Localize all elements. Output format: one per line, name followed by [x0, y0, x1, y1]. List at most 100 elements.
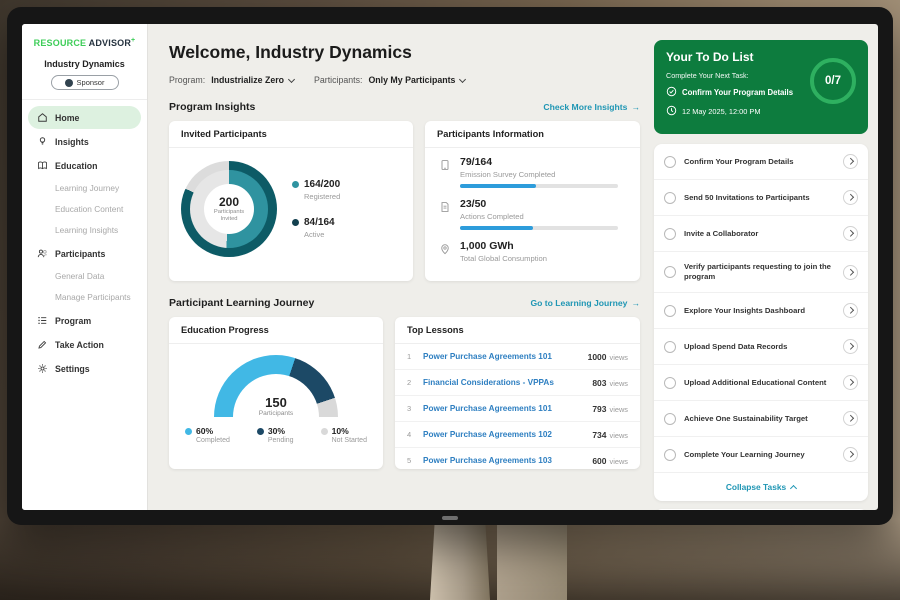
sidebar-item-education-content[interactable]: Education Content	[22, 199, 147, 220]
task-row[interactable]: Upload Additional Educational Content	[654, 365, 868, 401]
program-filter-select[interactable]: Industrialize Zero	[211, 75, 294, 85]
task-row[interactable]: Achieve One Sustainability Target	[654, 401, 868, 437]
lesson-row: 5 Power Purchase Agreements 103 600views	[395, 448, 640, 473]
task-open-button[interactable]	[843, 375, 858, 390]
task-checkbox[interactable]	[664, 341, 676, 353]
task-row[interactable]: Send 50 Invitations to Participants	[654, 180, 868, 216]
task-open-button[interactable]	[843, 190, 858, 205]
chevron-up-icon	[790, 485, 797, 492]
participants-filter-label: Participants:	[314, 75, 362, 85]
legend-percent: 60%	[196, 426, 213, 436]
legend-item: 10% Not Started	[321, 426, 367, 444]
arrow-right-icon: →	[631, 102, 640, 112]
go-to-learning-journey-link[interactable]: Go to Learning Journey →	[530, 298, 640, 308]
chevron-right-icon	[847, 230, 853, 236]
people-icon	[37, 248, 48, 259]
sidebar-item-insights[interactable]: Insights	[28, 130, 141, 153]
task-open-button[interactable]	[843, 154, 858, 169]
legend-item: 60% Completed	[185, 426, 230, 444]
sidebar-item-settings[interactable]: Settings	[28, 357, 141, 380]
check-more-insights-link[interactable]: Check More Insights →	[543, 102, 640, 112]
sidebar-item-label: Participants	[55, 249, 105, 259]
legend-item: 84/164 Active	[292, 217, 340, 239]
participants-filter-select[interactable]: Only My Participants	[368, 75, 465, 85]
legend-dot-icon	[292, 219, 299, 226]
task-checkbox[interactable]	[664, 377, 676, 389]
list-icon	[37, 315, 48, 326]
task-checkbox[interactable]	[664, 305, 676, 317]
task-open-button[interactable]	[843, 303, 858, 318]
legend-label: Registered	[304, 192, 340, 201]
task-open-button[interactable]	[843, 447, 858, 462]
lesson-views: 734views	[592, 430, 628, 440]
lesson-link[interactable]: Power Purchase Agreements 102	[423, 430, 584, 439]
task-row[interactable]: Complete Your Learning Journey	[654, 437, 868, 473]
task-label: Confirm Your Program Details	[684, 157, 835, 167]
sidebar-item-manage-participants[interactable]: Manage Participants	[22, 287, 147, 308]
chevron-right-icon	[847, 158, 853, 164]
monitor-bezel: RESOURCE ADVISOR+ Industry Dynamics Spon…	[7, 7, 893, 525]
sidebar-item-learning-journey[interactable]: Learning Journey	[22, 178, 147, 199]
task-row[interactable]: Upload Spend Data Records	[654, 329, 868, 365]
legend-dot-icon	[321, 428, 328, 435]
gauge-label: Participants	[214, 410, 338, 417]
task-label: Complete Your Learning Journey	[684, 450, 835, 460]
recent-news-card: Recent News	[654, 509, 868, 510]
task-row[interactable]: Confirm Your Program Details	[654, 144, 868, 180]
task-open-button[interactable]	[843, 265, 858, 280]
survey-icon	[439, 156, 451, 188]
donut-center-value: 200	[219, 195, 239, 209]
sidebar-item-participants[interactable]: Participants	[28, 242, 141, 265]
todo-due-label: 12 May 2025, 12:00 PM	[682, 107, 760, 116]
chevron-down-icon	[288, 75, 295, 82]
lesson-row: 4 Power Purchase Agreements 102 734views	[395, 422, 640, 448]
task-checkbox[interactable]	[664, 266, 676, 278]
task-open-button[interactable]	[843, 339, 858, 354]
legend-value: 84/164	[304, 217, 335, 228]
sponsor-badge: Sponsor	[51, 75, 119, 90]
lesson-link[interactable]: Financial Considerations - VPPAs	[423, 378, 584, 387]
legend-dot-icon	[185, 428, 192, 435]
legend-label: Active	[304, 230, 340, 239]
lesson-row: 1 Power Purchase Agreements 101 1000view…	[395, 344, 640, 370]
chevron-right-icon	[847, 343, 853, 349]
task-open-button[interactable]	[843, 411, 858, 426]
program-insights-cards: Invited Participants 200 Participants In…	[169, 121, 640, 281]
lesson-link[interactable]: Power Purchase Agreements 101	[423, 404, 584, 413]
sidebar-item-program[interactable]: Program	[28, 309, 141, 332]
stat-value: 1,000 GWh	[460, 240, 547, 252]
task-row[interactable]: Explore Your Insights Dashboard	[654, 293, 868, 329]
sidebar-item-take-action[interactable]: Take Action	[28, 333, 141, 356]
task-checkbox[interactable]	[664, 449, 676, 461]
sidebar-item-general-data[interactable]: General Data	[22, 266, 147, 287]
sponsor-icon	[65, 79, 73, 87]
task-row[interactable]: Invite a Collaborator	[654, 216, 868, 252]
task-row[interactable]: Verify participants requesting to join t…	[654, 252, 868, 293]
card-title: Education Progress	[169, 317, 383, 344]
chevron-right-icon	[847, 194, 853, 200]
gauge-legend: 60% Completed 30% Pending 10% Not Starte…	[169, 417, 383, 444]
stat-row: 23/50 Actions Completed	[425, 190, 640, 232]
page-title: Welcome, Industry Dynamics	[169, 42, 640, 63]
lesson-link[interactable]: Power Purchase Agreements 103	[423, 456, 584, 465]
chevron-right-icon	[847, 451, 853, 457]
lesson-link[interactable]: Power Purchase Agreements 101	[423, 352, 580, 361]
sidebar-item-learning-insights[interactable]: Learning Insights	[22, 220, 147, 241]
sidebar-item-education[interactable]: Education	[28, 154, 141, 177]
logo-plus: +	[131, 37, 135, 44]
education-progress-card: Education Progress 150 Participants 60% …	[169, 317, 383, 469]
collapse-tasks-button[interactable]: Collapse Tasks	[654, 473, 868, 501]
task-checkbox[interactable]	[664, 228, 676, 240]
task-checkbox[interactable]	[664, 192, 676, 204]
lesson-views: 600views	[592, 456, 628, 466]
task-open-button[interactable]	[843, 226, 858, 241]
task-checkbox[interactable]	[664, 413, 676, 425]
legend-item: 164/200 Registered	[292, 179, 340, 201]
task-checkbox[interactable]	[664, 156, 676, 168]
gear-icon	[37, 363, 48, 374]
sidebar-item-home[interactable]: Home	[28, 106, 141, 129]
lesson-views: 793views	[592, 404, 628, 414]
task-label: Upload Additional Educational Content	[684, 378, 835, 388]
sponsor-label: Sponsor	[77, 78, 105, 87]
participants-information-card: Participants Information 79/164 Emission…	[425, 121, 640, 281]
